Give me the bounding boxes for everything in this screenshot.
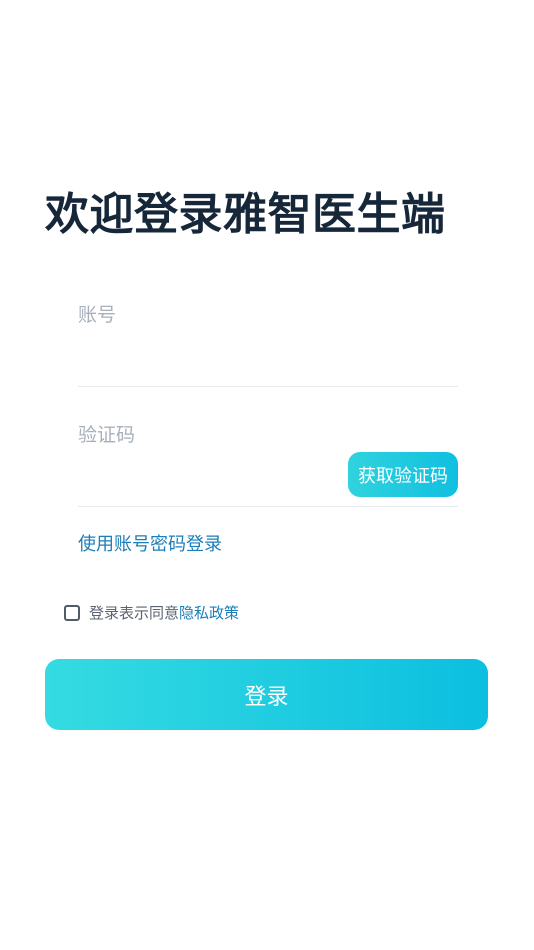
login-button[interactable]: 登录 [45,659,488,730]
password-login-link[interactable]: 使用账号密码登录 [78,530,222,556]
account-field [78,300,458,387]
privacy-agreement: 登录表示同意 隐私政策 [64,602,239,623]
agreement-checkbox[interactable] [64,604,80,621]
get-verification-code-button[interactable]: 获取验证码 [348,452,458,497]
verification-code-input[interactable] [78,420,328,450]
page-title: 欢迎登录雅智医生端 [45,189,446,241]
account-input[interactable] [78,300,458,330]
privacy-policy-link[interactable]: 隐私政策 [179,602,239,623]
agreement-text: 登录表示同意 [89,604,180,622]
verification-code-field: 获取验证码 [78,420,458,507]
